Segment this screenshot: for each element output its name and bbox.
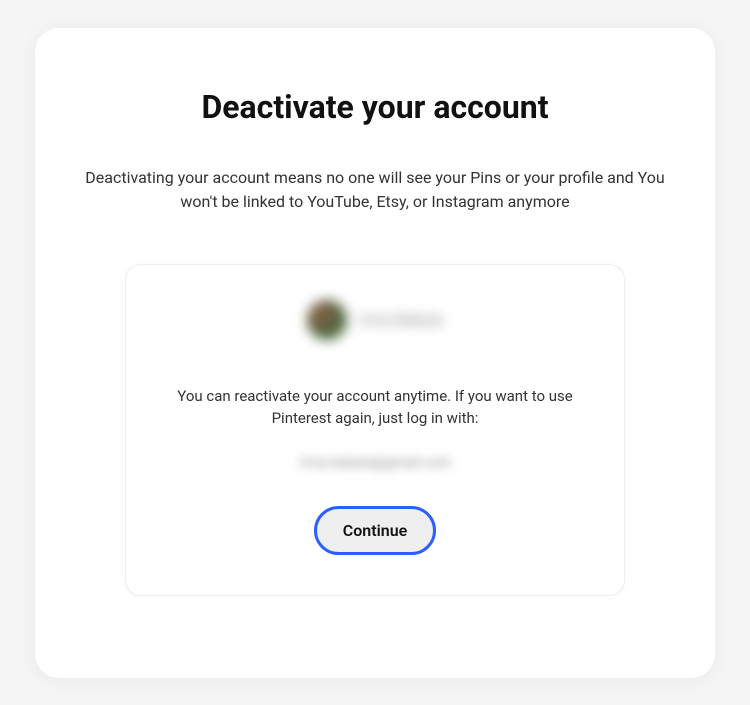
modal-title: Deactivate your account — [201, 88, 548, 126]
account-email: irma.bakyte@gmail.com — [299, 455, 450, 471]
modal-description: Deactivating your account means no one w… — [75, 166, 675, 214]
deactivate-modal: Deactivate your account Deactivating you… — [35, 28, 715, 678]
reactivate-text: You can reactivate your account anytime.… — [165, 385, 585, 430]
username: Irma Bakyte — [359, 310, 444, 329]
account-info-card: Irma Bakyte You can reactivate your acco… — [125, 264, 625, 596]
profile-row: Irma Bakyte — [307, 300, 444, 340]
continue-button[interactable]: Continue — [314, 506, 436, 555]
avatar — [307, 300, 347, 340]
